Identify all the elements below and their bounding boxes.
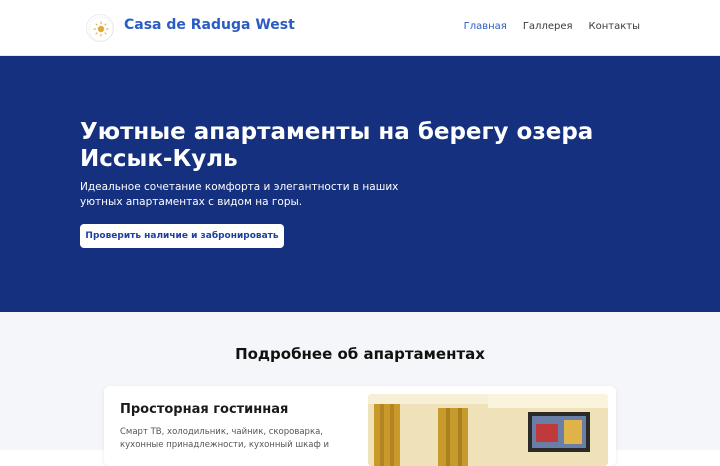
brand-name[interactable]: Casa de Raduga West [124,17,295,33]
main-nav: Главная Галлерея Контакты [464,21,640,32]
site-header: Casa de Raduga West Главная Галлерея Кон… [0,0,720,56]
nav-item-contacts[interactable]: Контакты [589,21,640,32]
hero-title: Уютные апартаменты на берегу озера Иссык… [80,119,594,172]
hero-section: Уютные апартаменты на берегу озера Иссык… [0,56,720,312]
section-title: Подробнее об апартаментах [235,345,485,363]
card-description: Смарт ТВ, холодильник, чайник, скороварк… [120,427,329,450]
book-button[interactable]: Проверить наличие и забронировать [80,224,284,248]
card-title: Просторная гостинная [120,402,289,417]
about-section: Подробнее об апартаментах Просторная гос… [0,312,720,466]
apartment-card: Просторная гостинная Смарт ТВ, холодильн… [104,386,616,466]
hero-subtitle: Идеальное сочетание комфорта и элегантно… [80,181,399,208]
living-room-photo [368,394,608,466]
sun-logo-icon[interactable] [86,14,114,42]
nav-item-gallery[interactable]: Галлерея [523,21,573,32]
nav-item-home[interactable]: Главная [464,21,507,32]
